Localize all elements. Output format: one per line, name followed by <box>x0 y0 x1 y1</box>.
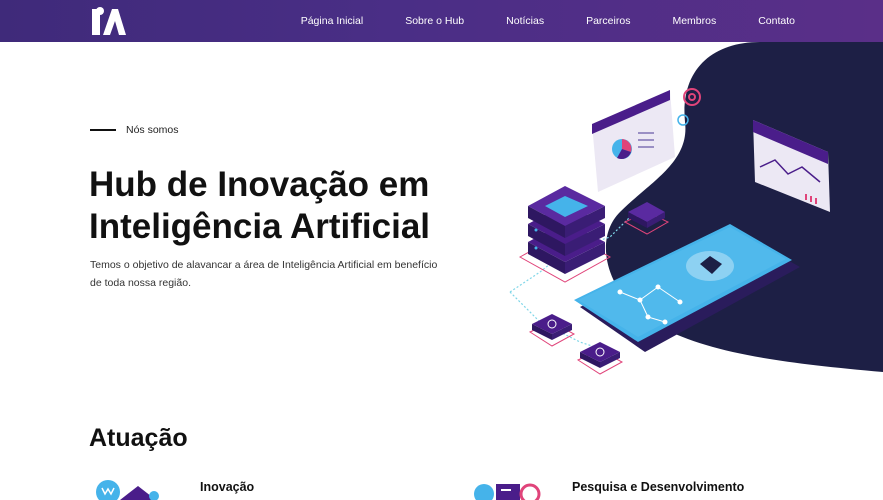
nav-contato[interactable]: Contato <box>758 15 795 27</box>
nav-sobre-o-hub[interactable]: Sobre o Hub <box>405 15 464 27</box>
section-title: Atuação <box>89 424 188 452</box>
nav-pagina-inicial[interactable]: Página Inicial <box>301 15 363 27</box>
card-title-pesquisa: Pesquisa e Desenvolvimento <box>572 480 745 494</box>
server-stack-icon <box>518 186 612 283</box>
ai-isometric-illustration-icon <box>509 42 883 375</box>
research-icon <box>474 483 541 500</box>
eyebrow-divider <box>90 129 116 131</box>
hero-eyebrow: Nós somos <box>90 124 179 136</box>
card-title-inovacao: Inovação <box>200 480 255 494</box>
hero-description: Temos o objetivo de alavancar a área de … <box>90 259 438 289</box>
eyebrow-text: Nós somos <box>126 124 179 136</box>
nav-noticias[interactable]: Notícias <box>506 15 544 27</box>
ia-logo-icon[interactable] <box>91 6 127 36</box>
innovation-icon <box>96 480 159 500</box>
target-cube-icon <box>576 342 624 375</box>
main-nav: Página Inicial Sobre o Hub Notícias Parc… <box>259 0 795 42</box>
nav-membros[interactable]: Membros <box>672 15 716 27</box>
navbar: Página Inicial Sobre o Hub Notícias Parc… <box>0 0 883 42</box>
nav-parceiros[interactable]: Parceiros <box>586 15 630 27</box>
hero-title: Hub de Inovação em Inteligência Artifici… <box>89 165 431 246</box>
